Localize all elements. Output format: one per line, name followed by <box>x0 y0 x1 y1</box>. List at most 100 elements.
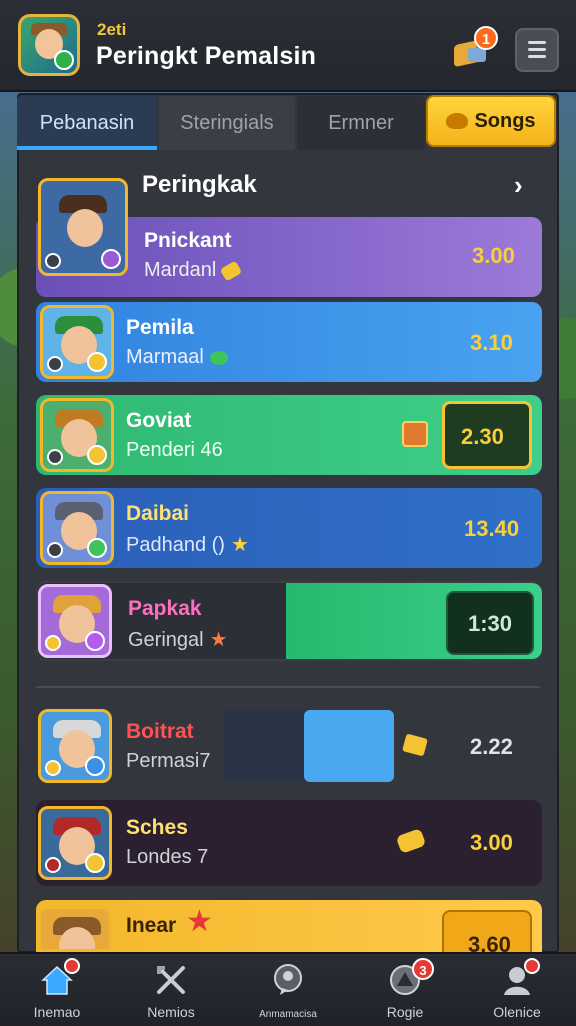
nav-profile[interactable]: Olenice <box>462 954 572 1026</box>
star-icon: ★ <box>209 629 228 651</box>
player-avatar[interactable] <box>40 398 114 472</box>
player-score: 3.00 <box>472 243 515 268</box>
player-avatar[interactable] <box>38 584 112 658</box>
green-gem-icon <box>209 351 228 365</box>
page-title: Peringkt Pemalsin <box>96 42 317 70</box>
nav-label: Olenice <box>493 1004 541 1020</box>
player-avatar[interactable] <box>40 305 114 379</box>
notifications-button[interactable]: 1 <box>450 26 498 72</box>
menu-button[interactable] <box>515 28 559 72</box>
chest-lid <box>468 48 486 62</box>
nav-guild[interactable]: 3 Rogie <box>350 954 460 1026</box>
player-subtitle: Londes 7 <box>126 846 209 868</box>
player-subtitle: Padhand () ★ <box>126 532 249 557</box>
section-divider <box>36 686 540 688</box>
coin-icon <box>87 445 107 465</box>
player-score: 2.30 <box>461 424 504 449</box>
player-name: Inear <box>126 914 177 937</box>
player-score: 2.22 <box>470 734 513 759</box>
player-avatar[interactable] <box>38 178 128 276</box>
tab-songs-label: Songs <box>474 110 536 132</box>
player-name: Sches <box>126 816 188 839</box>
player-score: 1:30 <box>468 611 513 636</box>
star-icon: ★ <box>230 534 249 556</box>
gold-icon <box>402 733 428 757</box>
score-box: 1:30 <box>446 591 534 655</box>
chat-icon <box>274 964 302 995</box>
player-subtitle: Geringal ★ <box>128 627 228 652</box>
avatar-face <box>67 209 103 247</box>
coin-icon <box>45 760 61 776</box>
player-subtitle: Mardanl <box>144 259 243 282</box>
coin-icon <box>47 542 63 558</box>
nav-home[interactable]: Inemao <box>2 954 112 1026</box>
swords-icon <box>157 966 185 994</box>
player-score: 3.10 <box>470 330 513 355</box>
nav-label: Nemios <box>147 1004 195 1020</box>
badge-icon <box>85 756 105 776</box>
notification-dot <box>64 958 80 974</box>
player-score: 3.00 <box>470 830 513 855</box>
tab-songs[interactable]: Songs <box>426 95 556 147</box>
gold-icon <box>395 828 427 854</box>
player-score: 13.40 <box>464 516 520 541</box>
player-name: Daibai <box>126 502 190 525</box>
tab-steringials[interactable]: Steringials <box>159 96 295 150</box>
player-name: Goviat <box>126 409 192 432</box>
chest-icon <box>402 421 428 447</box>
chevron-right-icon[interactable]: › <box>514 170 523 201</box>
nav-chat[interactable]: Anmamacisa <box>233 954 343 1026</box>
app-logo[interactable] <box>18 14 80 76</box>
coin-icon <box>45 635 61 651</box>
progress-track <box>224 710 306 782</box>
player-subtitle: Marmaal <box>126 346 228 369</box>
player-name: Pnickant <box>144 229 232 252</box>
player-avatar[interactable] <box>38 709 112 783</box>
notification-badge: 3 <box>412 958 434 980</box>
top-bar: 2eti Peringkt Pemalsin 1 <box>0 0 576 92</box>
player-score: 3.60 <box>468 932 511 952</box>
nav-label: Anmamacisa <box>259 1009 317 1020</box>
player-subtitle-text: Padhand () <box>126 534 225 556</box>
coin-icon <box>45 253 61 269</box>
tab-pebanasin[interactable]: Pebanasin <box>17 96 157 150</box>
nav-battles[interactable]: Nemios <box>116 954 226 1026</box>
coin-icon <box>47 449 63 465</box>
score-box: 2.30 <box>442 401 532 469</box>
player-subtitle-text: Geringal <box>128 629 204 651</box>
nav-label: Inemao <box>33 1004 81 1020</box>
badge-icon <box>45 857 61 873</box>
banana-icon <box>446 113 469 129</box>
badge-icon <box>101 249 121 269</box>
coin-icon <box>47 356 63 372</box>
player-subtitle-text: Mardanl <box>144 259 217 281</box>
header-small-label: 2eti <box>97 20 127 39</box>
player-avatar[interactable] <box>38 806 112 880</box>
player-subtitle: Penderi 46 <box>126 439 223 461</box>
hamburger-line <box>528 55 546 58</box>
badge-icon <box>54 50 74 70</box>
notification-dot <box>524 958 540 974</box>
player-avatar[interactable] <box>38 906 112 952</box>
hamburger-icon <box>528 41 546 44</box>
star-icon: ★ <box>186 905 213 938</box>
tab-bar: Pebanasin Steringials Ermner Songs <box>17 93 559 153</box>
player-avatar[interactable] <box>40 491 114 565</box>
score-box: 3.60 <box>442 910 532 952</box>
coin-icon <box>87 352 107 372</box>
notification-count: 1 <box>474 26 498 50</box>
gem-icon <box>87 538 107 558</box>
bottom-nav: Inemao Nemios Anmamacisa 3 Rogie Olenice <box>0 952 576 1026</box>
player-subtitle-text: Marmaal <box>126 346 204 368</box>
gold-bar-icon <box>219 260 243 282</box>
progress-fill <box>304 710 394 782</box>
player-subtitle: Permasi7 <box>126 750 211 772</box>
section-title: Peringkak <box>142 171 257 198</box>
player-name: Pemila <box>126 316 194 339</box>
gem-icon <box>85 631 105 651</box>
tab-ermner[interactable]: Ermner <box>297 96 425 150</box>
coin-icon <box>85 853 105 873</box>
player-name: Boitrat <box>126 720 194 743</box>
player-name: Papkak <box>128 597 202 620</box>
nav-label: Rogie <box>386 1004 424 1020</box>
